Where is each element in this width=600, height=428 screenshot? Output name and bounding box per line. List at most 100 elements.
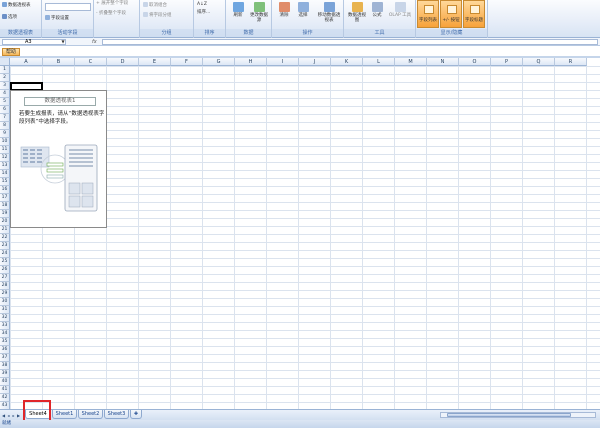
row-header[interactable]: 17 xyxy=(0,194,10,202)
row-header[interactable]: 38 xyxy=(0,362,10,370)
row-header[interactable]: 31 xyxy=(0,306,10,314)
fx-icon[interactable]: fx xyxy=(92,39,100,45)
column-header[interactable]: L xyxy=(363,58,395,66)
field-settings-button[interactable]: 字段设置 xyxy=(45,15,69,22)
pivot-table-name-button[interactable]: 数据透视表 xyxy=(2,2,31,9)
clear-button[interactable]: 清除 xyxy=(275,2,293,18)
column-header[interactable]: O xyxy=(459,58,491,66)
workbook-tab[interactable]: 帮助 xyxy=(2,48,21,56)
row-header[interactable]: 39 xyxy=(0,370,10,378)
row-header[interactable]: 43 xyxy=(0,402,10,409)
row-header[interactable]: 3 xyxy=(0,82,10,90)
row-header[interactable]: 10 xyxy=(0,138,10,146)
sort-az-button[interactable]: A↓Z xyxy=(197,2,207,8)
sort-button[interactable]: 排序... xyxy=(197,10,210,16)
row-header[interactable]: 34 xyxy=(0,330,10,338)
row-header[interactable]: 22 xyxy=(0,234,10,242)
column-header[interactable]: A xyxy=(10,58,43,66)
move-pivot-button[interactable]: 移动数据透视表 xyxy=(316,2,342,23)
column-header[interactable]: N xyxy=(427,58,459,66)
sheet-tab-sheet1[interactable]: Sheet1 xyxy=(52,410,77,419)
column-header[interactable]: P xyxy=(491,58,523,66)
row-header[interactable]: 33 xyxy=(0,322,10,330)
ungroup-button[interactable]: 将字段分组 xyxy=(143,12,172,19)
row-header[interactable]: 5 xyxy=(0,98,10,106)
row-header[interactable]: 28 xyxy=(0,282,10,290)
pivot-options-button[interactable]: 选项 xyxy=(2,14,17,21)
row-header[interactable]: 36 xyxy=(0,346,10,354)
row-header[interactable]: 9 xyxy=(0,130,10,138)
row-header[interactable]: 32 xyxy=(0,314,10,322)
row-header[interactable]: 35 xyxy=(0,338,10,346)
scroll-thumb[interactable] xyxy=(447,413,571,417)
row-header[interactable]: 11 xyxy=(0,146,10,154)
collapse-field-button[interactable]: - 折叠整个字段 xyxy=(96,11,126,17)
row-header[interactable]: 26 xyxy=(0,266,10,274)
eraser-icon xyxy=(278,2,290,12)
select-button[interactable]: 选择 xyxy=(294,2,312,18)
last-sheet-icon[interactable]: ▶ xyxy=(16,412,21,419)
row-header[interactable]: 18 xyxy=(0,202,10,210)
row-header[interactable]: 40 xyxy=(0,378,10,386)
column-header[interactable]: E xyxy=(139,58,171,66)
row-header[interactable]: 8 xyxy=(0,122,10,130)
ribbon-group-label: 数据透视表 xyxy=(0,29,41,37)
row-header[interactable]: 14 xyxy=(0,170,10,178)
row-header[interactable]: 37 xyxy=(0,354,10,362)
insert-sheet-icon[interactable]: ✚ xyxy=(130,410,142,419)
column-header[interactable]: H xyxy=(235,58,267,66)
column-header[interactable]: I xyxy=(267,58,299,66)
column-headers: ABCDEFGHIJKLMNOPQR xyxy=(0,58,600,66)
row-header[interactable]: 42 xyxy=(0,394,10,402)
group-selection-button[interactable]: 取消组合 xyxy=(143,2,167,9)
row-header[interactable]: 7 xyxy=(0,114,10,122)
expand-field-button[interactable]: + 展开整个字段 xyxy=(96,1,128,7)
row-header[interactable]: 1 xyxy=(0,66,10,74)
row-header[interactable]: 19 xyxy=(0,210,10,218)
column-header[interactable]: G xyxy=(203,58,235,66)
row-header[interactable]: 16 xyxy=(0,186,10,194)
column-header[interactable]: K xyxy=(331,58,363,66)
plus-minus-toggle[interactable]: +/- 按钮 xyxy=(440,0,462,28)
column-header[interactable]: Q xyxy=(523,58,555,66)
row-header[interactable]: 25 xyxy=(0,258,10,266)
name-box[interactable]: A3 xyxy=(2,39,66,45)
formula-input[interactable] xyxy=(102,39,598,45)
column-header[interactable]: F xyxy=(171,58,203,66)
row-header[interactable]: 30 xyxy=(0,298,10,306)
chevron-down-icon[interactable]: ▼ xyxy=(60,39,66,45)
field-headers-toggle[interactable]: 字段标题 xyxy=(463,0,485,28)
olap-tools-button[interactable]: OLAP 工具 xyxy=(388,2,412,18)
horizontal-scrollbar[interactable] xyxy=(440,412,596,418)
sheet-tab-sheet2[interactable]: Sheet2 xyxy=(78,410,103,419)
row-header[interactable]: 41 xyxy=(0,386,10,394)
ribbon-group-label: 数据 xyxy=(226,29,271,37)
field-list-toggle[interactable]: 字段列表 xyxy=(417,0,439,28)
row-header[interactable]: 21 xyxy=(0,226,10,234)
column-header[interactable]: D xyxy=(107,58,139,66)
row-header[interactable]: 2 xyxy=(0,74,10,82)
pivot-chart-button[interactable]: 数据透视图 xyxy=(347,2,367,23)
pivot-table-placeholder[interactable]: 数据透视表1 若要生成报表，请从“数据透视表字段列表”中选择字段。 xyxy=(10,90,107,228)
column-header[interactable]: B xyxy=(43,58,75,66)
row-header[interactable]: 12 xyxy=(0,154,10,162)
row-header[interactable]: 13 xyxy=(0,162,10,170)
sheet-tab-sheet3[interactable]: Sheet3 xyxy=(104,410,129,419)
row-header[interactable]: 6 xyxy=(0,106,10,114)
formulas-button[interactable]: 公式 xyxy=(368,2,386,18)
row-header[interactable]: 24 xyxy=(0,250,10,258)
active-field-input[interactable] xyxy=(45,3,91,11)
row-header[interactable]: 4 xyxy=(0,90,10,98)
row-header[interactable]: 27 xyxy=(0,274,10,282)
column-header[interactable]: M xyxy=(395,58,427,66)
row-header[interactable]: 23 xyxy=(0,242,10,250)
row-header[interactable]: 29 xyxy=(0,290,10,298)
change-source-button[interactable]: 更改数据源 xyxy=(250,2,268,23)
row-header[interactable]: 20 xyxy=(0,218,10,226)
refresh-button[interactable]: 刷新 xyxy=(229,2,247,18)
ribbon-group-label: 活动字段 xyxy=(42,29,93,37)
column-header[interactable]: J xyxy=(299,58,331,66)
row-header[interactable]: 15 xyxy=(0,178,10,186)
column-header[interactable]: C xyxy=(75,58,107,66)
column-header[interactable]: R xyxy=(555,58,587,66)
